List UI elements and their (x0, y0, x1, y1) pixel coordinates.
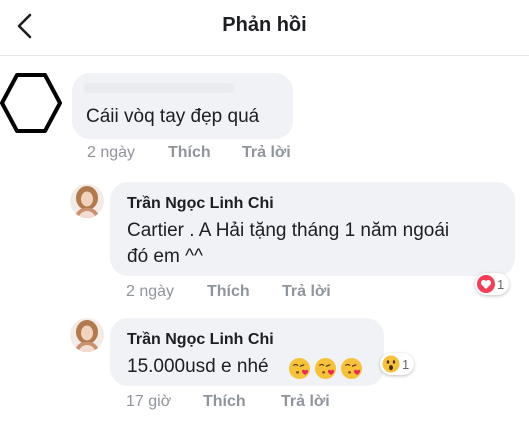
kissing-heart-icon (288, 357, 311, 380)
heart-icon (477, 275, 495, 293)
reaction-badge[interactable]: 1 (475, 273, 510, 295)
profile-photo-icon (70, 184, 104, 218)
author-name-redacted (84, 83, 234, 93)
comment-bubble: Cáii vòq tay đẹp quá (72, 73, 293, 139)
like-button[interactable]: Thích (207, 283, 250, 301)
author-name[interactable]: Trần Ngọc Linh Chi (127, 195, 274, 213)
comment-text-line-1: Cartier . A Hải tặng tháng 1 năm ngoái (127, 220, 450, 241)
wow-icon (382, 355, 400, 373)
comment-text: Cáii vòq tay đẹp quá (86, 106, 260, 127)
comment-text: 15.000usd e nhé (127, 356, 269, 377)
comment-text-line-2: đó em ^^ (127, 246, 203, 267)
comment-bubble: Trần Ngọc Linh Chi 15.000usd e nhé (110, 318, 384, 386)
comment-bubble: Trần Ngọc Linh Chi Cartier . A Hải tặng … (110, 182, 515, 276)
comment-time: 2 ngày (87, 144, 136, 161)
kissing-heart-icon (340, 357, 363, 380)
reaction-count: 1 (497, 276, 505, 292)
profile-photo-icon (70, 318, 104, 352)
reaction-count: 1 (402, 356, 410, 372)
reaction-badge[interactable]: 1 (380, 353, 415, 375)
kissing-heart-icon (314, 357, 337, 380)
reply-button[interactable]: Trả lời (281, 393, 330, 411)
like-button[interactable]: Thích (203, 393, 246, 411)
like-button[interactable]: Thích (168, 144, 211, 162)
comment-time: 2 ngày (126, 283, 175, 300)
emoji-group (288, 357, 366, 380)
header-bar: Phản hồi (0, 0, 529, 56)
avatar[interactable] (70, 318, 104, 352)
author-name[interactable]: Trần Ngọc Linh Chi (127, 331, 274, 349)
reply-button[interactable]: Trả lời (282, 283, 331, 301)
avatar[interactable] (0, 72, 62, 134)
comment-time: 17 giờ (126, 393, 172, 410)
page-title: Phản hồi (222, 14, 307, 36)
reply-button[interactable]: Trả lời (242, 144, 291, 162)
avatar[interactable] (70, 184, 104, 218)
